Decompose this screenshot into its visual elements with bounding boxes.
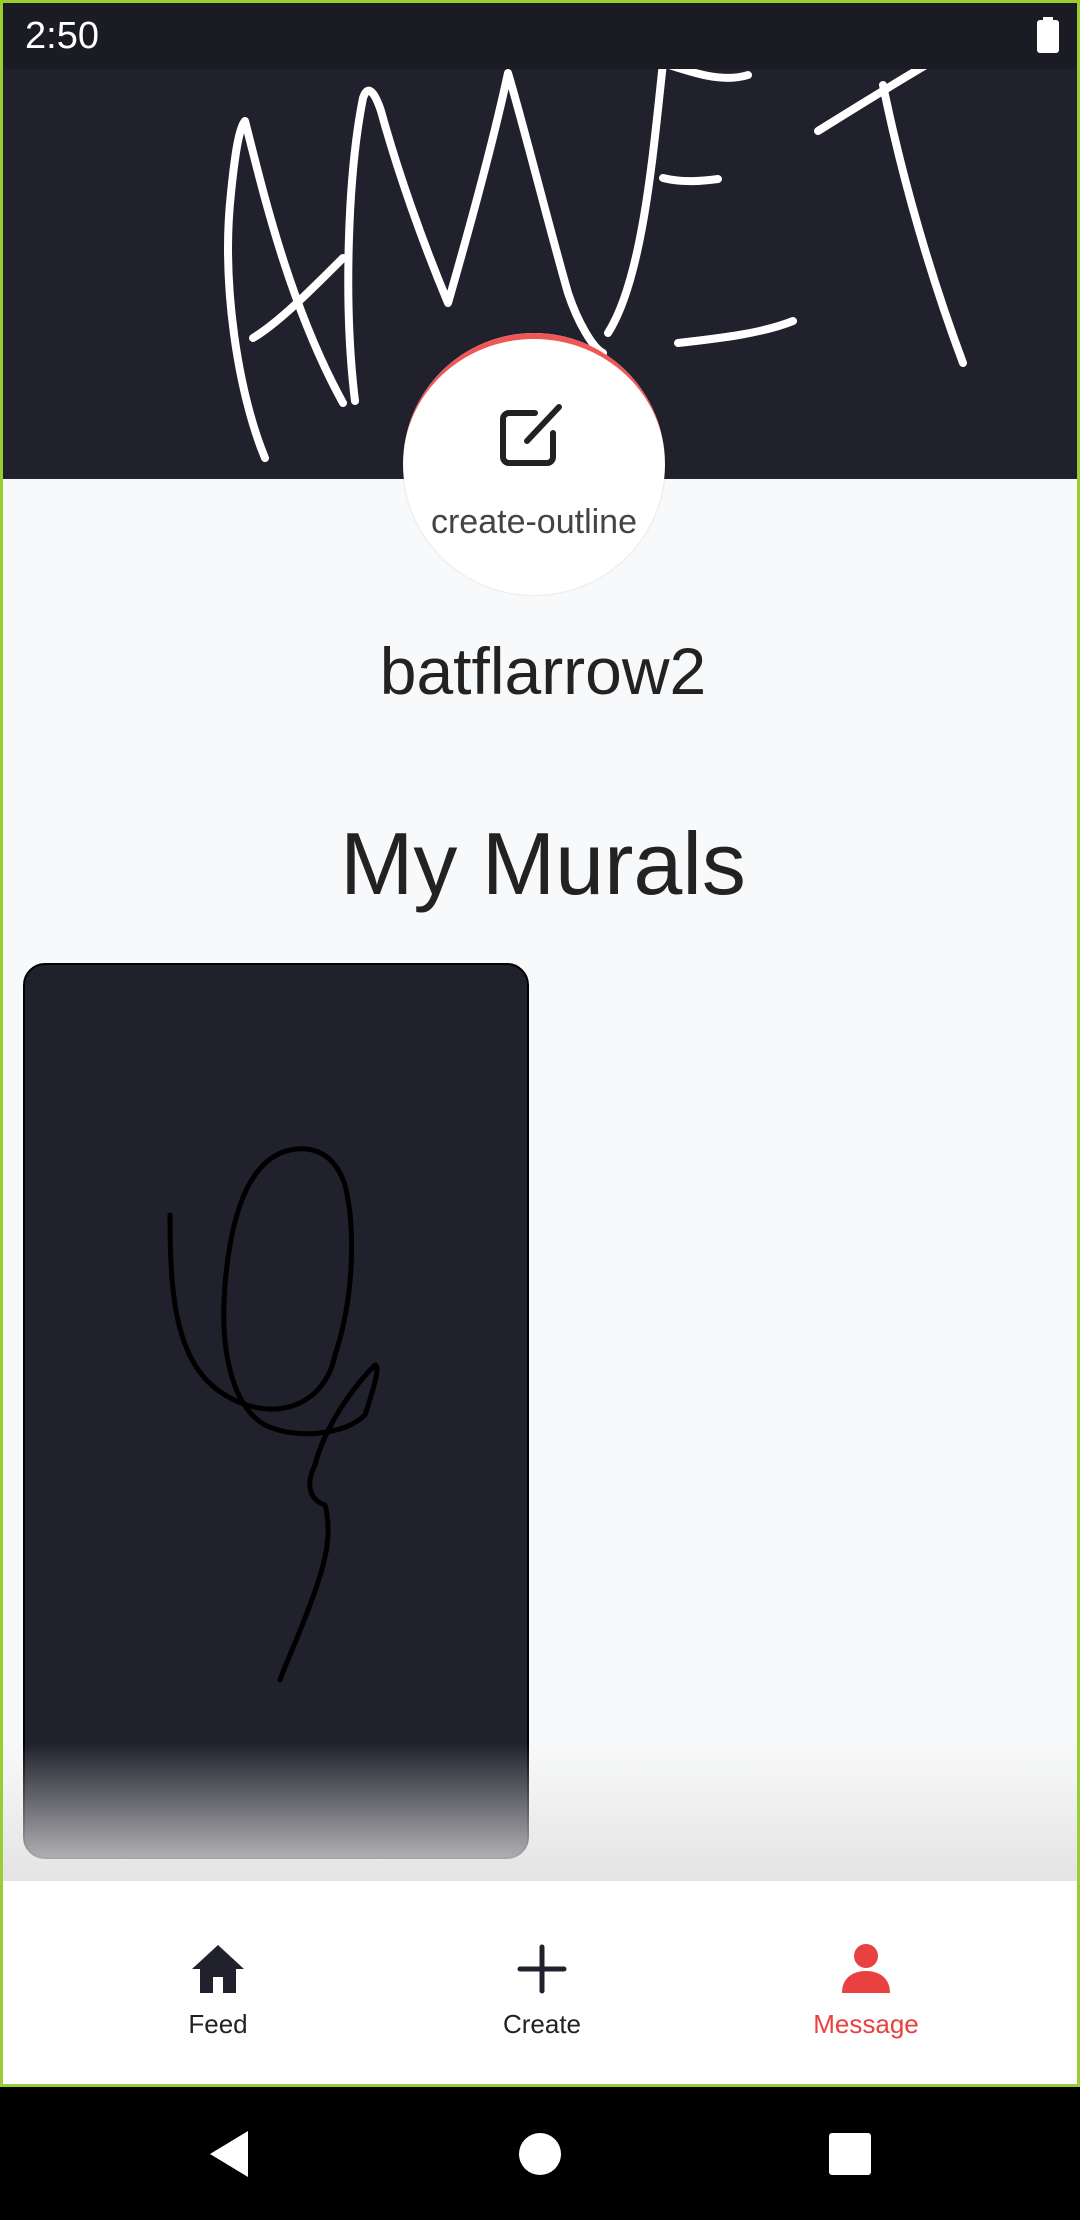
nav-create-label: Create [502, 2009, 582, 2039]
person-icon [836, 1939, 896, 1999]
avatar-icon-label: create-outline [430, 503, 637, 541]
home-circle-icon[interactable] [505, 2119, 575, 2189]
home-icon [188, 1939, 248, 1999]
recents-icon[interactable] [815, 2119, 885, 2189]
battery-full-icon [1037, 17, 1059, 53]
nav-message-label: Message [813, 2009, 919, 2039]
app-screen: 2:50 create-outline batflarrow2 My Mural… [0, 0, 1080, 2087]
back-icon[interactable] [200, 2119, 270, 2189]
username: batflarrow2 [379, 634, 707, 708]
profile-avatar[interactable]: create-outline [403, 333, 665, 595]
status-time: 2:50 [25, 15, 99, 57]
create-outline-icon [491, 395, 571, 475]
nav-feed-label: Feed [188, 2009, 248, 2039]
nav-message[interactable]: Message [766, 1881, 966, 2084]
nav-create[interactable]: Create [442, 1881, 642, 2084]
plus-icon [512, 1939, 572, 1999]
scroll-fade [3, 1743, 1077, 1883]
bottom-navigation: Feed Create Message [3, 1881, 1077, 2084]
mural-card[interactable] [23, 963, 529, 1859]
my-murals-title: My Murals [340, 814, 746, 913]
nav-feed[interactable]: Feed [118, 1881, 318, 2084]
system-navigation-bar [0, 2087, 1080, 2220]
mural-thumbnail-drawing [167, 1146, 380, 1683]
status-bar: 2:50 [3, 3, 1077, 69]
